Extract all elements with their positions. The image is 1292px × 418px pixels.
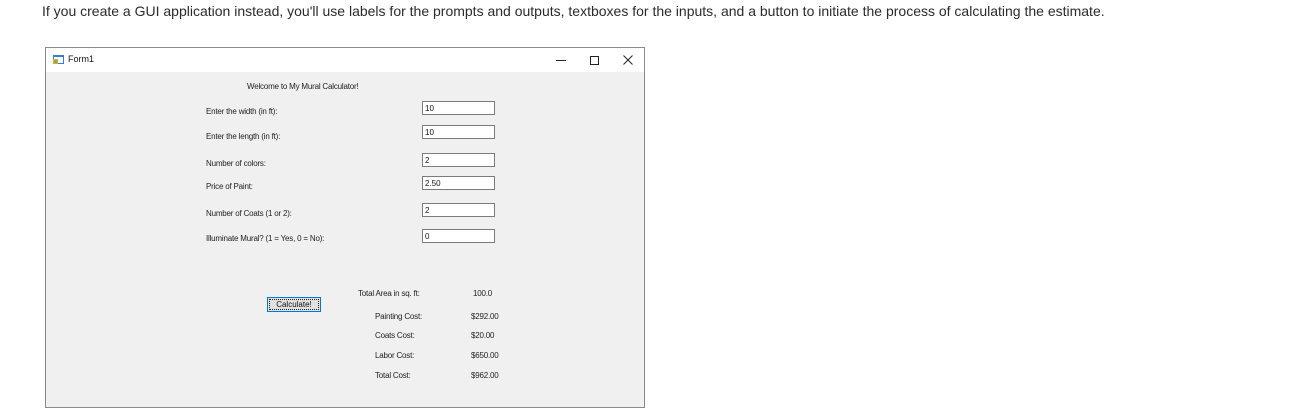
winforms-app-icon [53, 55, 64, 64]
minimize-icon [556, 60, 566, 61]
maximize-button[interactable] [577, 48, 611, 72]
calculate-button-label: Calculate! [269, 299, 319, 310]
painting-cost-value: $292.00 [471, 312, 499, 321]
coats-input[interactable] [422, 203, 495, 217]
form-window: Form1 Welcome to My Mural Calculator! En… [45, 47, 645, 408]
maximize-icon [589, 55, 599, 65]
total-cost-value: $962.00 [471, 371, 499, 380]
total-area-value: 100.0 [473, 289, 493, 298]
illuminate-label: Illuminate Mural? (1 = Yes, 0 = No): [206, 234, 325, 243]
calculate-button[interactable]: Calculate! [267, 297, 321, 312]
close-button[interactable] [611, 48, 645, 72]
labor-cost-label: Labor Cost: [375, 351, 415, 360]
title-bar[interactable]: Form1 [46, 48, 644, 72]
coats-cost-value: $20.00 [471, 331, 495, 340]
labor-cost-value: $650.00 [471, 351, 499, 360]
painting-cost-label: Painting Cost: [375, 312, 423, 321]
minimize-button[interactable] [544, 48, 578, 72]
window-title: Form1 [68, 54, 95, 64]
welcome-label: Welcome to My Mural Calculator! [247, 82, 359, 91]
total-area-label: Total Area in sq. ft: [358, 289, 420, 298]
width-input[interactable] [422, 101, 495, 115]
price-label: Price of Paint: [206, 182, 253, 191]
total-cost-label: Total Cost: [375, 371, 411, 380]
coats-cost-label: Coats Cost: [375, 331, 415, 340]
length-label: Enter the length (in ft): [206, 132, 281, 141]
colors-label: Number of colors: [206, 159, 266, 168]
illuminate-input[interactable] [422, 229, 495, 243]
coats-label: Number of Coats (1 or 2): [206, 209, 292, 218]
intro-paragraph: If you create a GUI application instead,… [42, 3, 1105, 19]
close-icon [623, 55, 633, 65]
length-input[interactable] [422, 125, 495, 139]
colors-input[interactable] [422, 153, 495, 167]
price-input[interactable] [422, 176, 495, 190]
width-label: Enter the width (in ft): [206, 107, 278, 116]
